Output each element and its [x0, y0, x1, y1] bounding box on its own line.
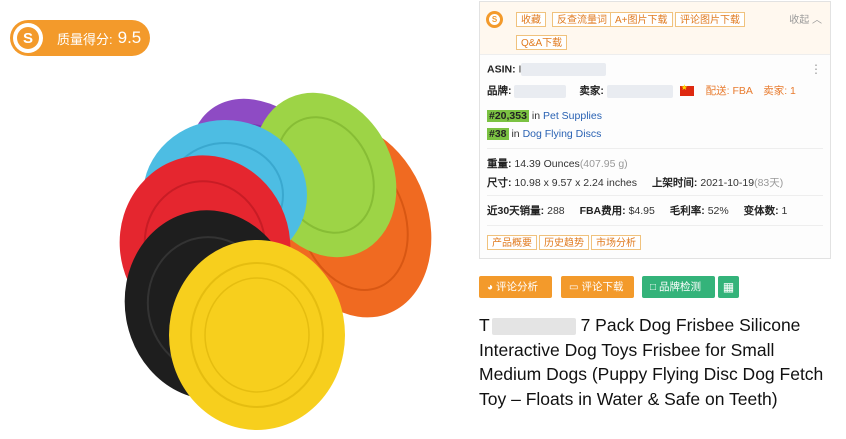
seller-count: 卖家: 1 [763, 85, 796, 97]
disc-yellow [169, 240, 345, 430]
redacted-brand-name [491, 317, 576, 335]
review-image-download-button[interactable]: 评论图片下载 [675, 12, 745, 27]
brand-check-button[interactable]: □ 品牌检测 [642, 276, 715, 298]
market-analysis-button[interactable]: 市场分析 [591, 235, 641, 250]
sales-row: 近30天销量: 288 FBA费用: $4.95 毛利率: 52% 变体数: 1 [487, 205, 788, 217]
rank-row-1: #20,353 in Pet Supplies [487, 110, 602, 122]
collapse-toggle[interactable]: 收起 ︿ [789, 11, 822, 26]
review-analysis-button[interactable]: ◕ 评论分析 [479, 276, 552, 298]
size-row: 尺寸: 10.98 x 9.57 x 2.24 inches 上架时间: 202… [487, 177, 784, 189]
divider [487, 225, 823, 226]
calculator-button[interactable]: ▦ [718, 276, 739, 298]
redacted-seller [606, 84, 673, 98]
product-image[interactable] [115, 80, 455, 430]
fulfillment-badge: 配送: FBA [705, 85, 753, 97]
weight-row: 重量: 14.39 Ounces(407.95 g) [487, 158, 628, 170]
square-icon: □ [650, 282, 657, 293]
message-icon: ▭ [569, 282, 579, 293]
divider [487, 148, 823, 149]
product-title: T 7 Pack Dog Frisbee Silicone Interactiv… [479, 315, 824, 409]
calculator-icon: ▦ [722, 280, 735, 294]
quality-score-badge: S 质量得分: 9.5 [10, 20, 150, 56]
quality-score: 9.5 [117, 28, 142, 47]
plugin-panel: S 收藏 反查流量词 A+图片下载 评论图片下载 Q&A下载 收起 ︿ ⋮ AS… [479, 1, 831, 259]
category-link-pet-supplies[interactable]: Pet Supplies [543, 110, 602, 122]
china-flag-icon [679, 83, 694, 97]
rank-row-2: #38 in Dog Flying Discs [487, 128, 602, 140]
rank-badge: #38 [487, 128, 509, 140]
redacted-brand [514, 84, 567, 98]
product-overview-button[interactable]: 产品概要 [487, 235, 537, 250]
quality-label: 质量得分: [57, 31, 113, 47]
chevron-up-icon: ︿ [812, 15, 822, 26]
divider [487, 195, 823, 196]
more-options-icon[interactable]: ⋮ [810, 62, 822, 76]
pie-chart-icon: ◕ [487, 282, 494, 293]
rank-badge: #20,353 [487, 110, 529, 122]
aplus-image-download-button[interactable]: A+图片下载 [610, 12, 673, 27]
redacted-asin [521, 63, 607, 76]
reverse-keyword-button[interactable]: 反查流量词 [552, 12, 612, 27]
category-link-dog-flying-discs[interactable]: Dog Flying Discs [523, 128, 602, 140]
panel-toolbar: S 收藏 反查流量词 A+图片下载 评论图片下载 Q&A下载 收起 ︿ [480, 2, 830, 55]
asin-row: ASIN: I [487, 63, 607, 76]
plugin-logo-icon: S [486, 11, 503, 28]
qa-download-button[interactable]: Q&A下载 [516, 35, 568, 50]
brand-seller-row: 品牌: 卖家: 配送: FBA 卖家: 1 [487, 83, 796, 98]
history-trend-button[interactable]: 历史趋势 [539, 235, 589, 250]
review-download-button[interactable]: ▭ 评论下载 [561, 276, 634, 298]
brand-logo-icon: S [13, 23, 43, 53]
favorite-button[interactable]: 收藏 [516, 12, 546, 27]
